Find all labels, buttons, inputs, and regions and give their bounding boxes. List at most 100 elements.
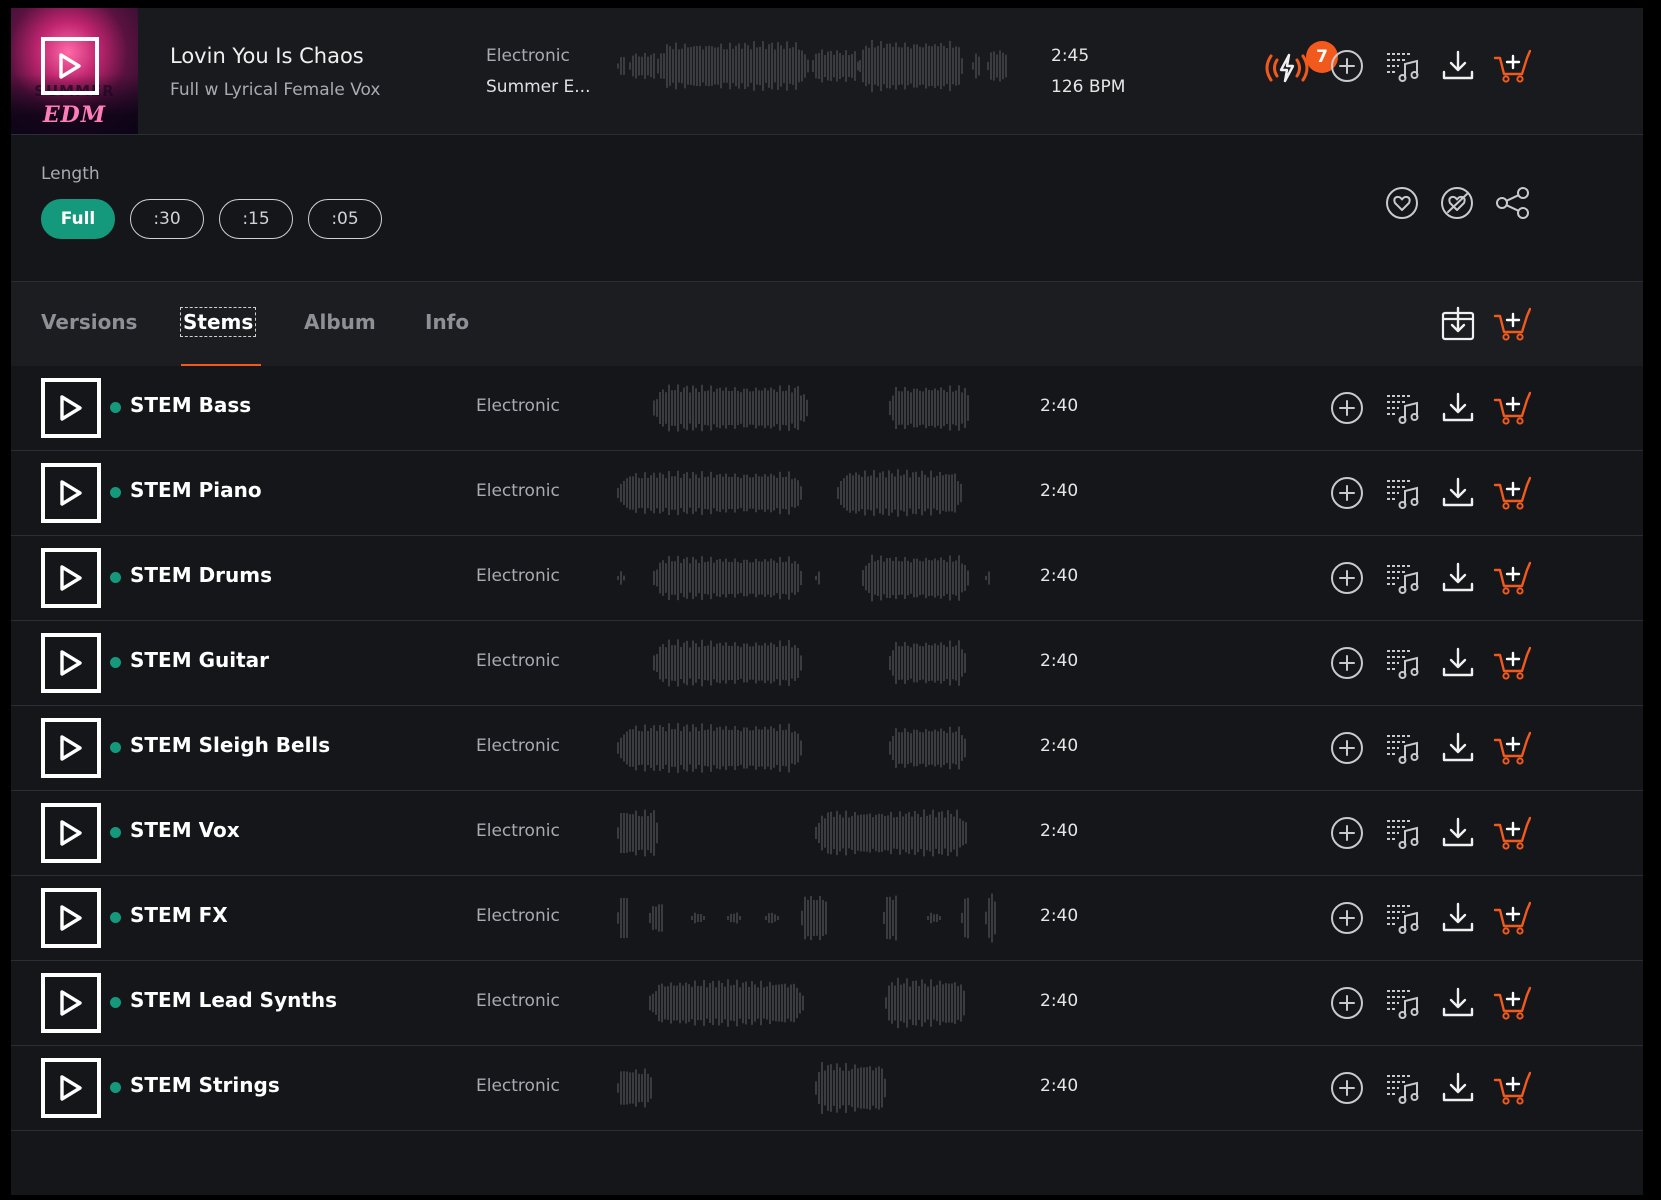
stem-name[interactable]: STEM Vox bbox=[130, 818, 240, 842]
stem-waveform[interactable] bbox=[617, 378, 1017, 438]
plus-circle-icon[interactable] bbox=[1330, 986, 1364, 1020]
playlist-music-icon[interactable] bbox=[1385, 1070, 1421, 1106]
download-icon[interactable] bbox=[1440, 730, 1476, 766]
plus-circle-icon[interactable] bbox=[1330, 901, 1364, 935]
add-to-cart-icon[interactable] bbox=[1493, 815, 1531, 851]
stem-genre[interactable]: Electronic bbox=[476, 821, 560, 841]
stem-row[interactable]: STEM Strings Electronic 2:40 bbox=[11, 1046, 1643, 1131]
add-to-cart-icon[interactable] bbox=[1493, 985, 1531, 1021]
heart-slash-icon[interactable] bbox=[1440, 186, 1474, 220]
stem-waveform[interactable] bbox=[617, 1058, 1017, 1118]
stem-row[interactable]: STEM Sleigh Bells Electronic 2:40 bbox=[11, 706, 1643, 791]
add-to-cart-icon[interactable] bbox=[1493, 1070, 1531, 1106]
playlist-music-icon[interactable] bbox=[1385, 985, 1421, 1021]
stem-waveform[interactable] bbox=[617, 463, 1017, 523]
stem-genre[interactable]: Electronic bbox=[476, 566, 560, 586]
length-option-full[interactable]: Full bbox=[41, 199, 115, 239]
stem-genre[interactable]: Electronic bbox=[476, 991, 560, 1011]
stem-play-button[interactable] bbox=[41, 718, 101, 778]
stem-play-button[interactable] bbox=[41, 378, 101, 438]
stem-genre[interactable]: Electronic bbox=[476, 396, 560, 416]
tab-info[interactable]: Info bbox=[425, 310, 469, 334]
track-header-row[interactable]: SUMMER EDM Lovin You Is Chaos Full w Lyr… bbox=[11, 8, 1643, 135]
playlist-music-icon[interactable] bbox=[1385, 815, 1421, 851]
playlist-music-icon[interactable] bbox=[1385, 390, 1421, 426]
download-icon[interactable] bbox=[1440, 390, 1476, 426]
stem-name[interactable]: STEM Guitar bbox=[130, 648, 269, 672]
stem-row[interactable]: STEM Drums Electronic 2:40 bbox=[11, 536, 1643, 621]
stem-waveform[interactable] bbox=[617, 803, 1017, 863]
plus-circle-icon[interactable] bbox=[1330, 816, 1364, 850]
add-all-to-cart-icon[interactable] bbox=[1493, 306, 1531, 342]
stem-play-button[interactable] bbox=[41, 463, 101, 523]
stem-genre[interactable]: Electronic bbox=[476, 736, 560, 756]
stem-genre[interactable]: Electronic bbox=[476, 906, 560, 926]
stem-play-button[interactable] bbox=[41, 633, 101, 693]
stem-row[interactable]: STEM FX Electronic 2:40 bbox=[11, 876, 1643, 961]
stem-name[interactable]: STEM Piano bbox=[130, 478, 262, 502]
stem-row[interactable]: STEM Lead Synths Electronic 2:40 bbox=[11, 961, 1643, 1046]
add-to-cart-icon[interactable] bbox=[1493, 730, 1531, 766]
playlist-music-icon[interactable] bbox=[1385, 560, 1421, 596]
track-title[interactable]: Lovin You Is Chaos bbox=[170, 44, 364, 68]
tab-album[interactable]: Album bbox=[304, 310, 376, 334]
stem-name[interactable]: STEM Drums bbox=[130, 563, 272, 587]
playlist-music-icon[interactable] bbox=[1385, 900, 1421, 936]
length-option-30[interactable]: :30 bbox=[130, 199, 204, 239]
add-to-cart-icon[interactable] bbox=[1493, 390, 1531, 426]
stem-genre[interactable]: Electronic bbox=[476, 481, 560, 501]
length-option-15[interactable]: :15 bbox=[219, 199, 293, 239]
heart-circle-icon[interactable] bbox=[1385, 186, 1419, 220]
stem-row[interactable]: STEM Bass Electronic 2:40 bbox=[11, 366, 1643, 451]
stem-play-button[interactable] bbox=[41, 548, 101, 608]
plus-circle-icon[interactable] bbox=[1330, 646, 1364, 680]
playlist-music-icon[interactable] bbox=[1385, 730, 1421, 766]
stem-waveform[interactable] bbox=[617, 548, 1017, 608]
download-icon[interactable] bbox=[1440, 560, 1476, 596]
playlist-music-icon[interactable] bbox=[1385, 48, 1421, 84]
stem-play-button[interactable] bbox=[41, 973, 101, 1033]
stem-name[interactable]: STEM Strings bbox=[130, 1073, 280, 1097]
plus-circle-icon[interactable] bbox=[1330, 391, 1364, 425]
stem-name[interactable]: STEM Bass bbox=[130, 393, 251, 417]
stem-row[interactable]: STEM Piano Electronic 2:40 bbox=[11, 451, 1643, 536]
add-to-cart-icon[interactable] bbox=[1493, 560, 1531, 596]
stem-genre[interactable]: Electronic bbox=[476, 651, 560, 671]
tab-stems[interactable]: Stems bbox=[179, 307, 257, 337]
download-box-icon[interactable] bbox=[1440, 306, 1476, 342]
stem-genre[interactable]: Electronic bbox=[476, 1076, 560, 1096]
download-icon[interactable] bbox=[1440, 985, 1476, 1021]
download-icon[interactable] bbox=[1440, 475, 1476, 511]
stem-name[interactable]: STEM Lead Synths bbox=[130, 988, 337, 1012]
add-to-cart-icon[interactable] bbox=[1493, 645, 1531, 681]
stem-name[interactable]: STEM Sleigh Bells bbox=[130, 733, 330, 757]
stem-name[interactable]: STEM FX bbox=[130, 903, 228, 927]
download-icon[interactable] bbox=[1440, 900, 1476, 936]
add-to-cart-icon[interactable] bbox=[1493, 475, 1531, 511]
plus-circle-icon[interactable] bbox=[1330, 561, 1364, 595]
playlist-music-icon[interactable] bbox=[1385, 475, 1421, 511]
stem-play-button[interactable] bbox=[41, 803, 101, 863]
track-album[interactable]: Summer E... bbox=[486, 77, 591, 97]
download-icon[interactable] bbox=[1440, 1070, 1476, 1106]
plus-circle-icon[interactable] bbox=[1330, 49, 1364, 83]
download-icon[interactable] bbox=[1440, 645, 1476, 681]
track-play-button[interactable] bbox=[41, 37, 99, 95]
stem-waveform[interactable] bbox=[617, 888, 1017, 948]
add-to-cart-icon[interactable] bbox=[1493, 900, 1531, 936]
stem-row[interactable]: STEM Vox Electronic 2:40 bbox=[11, 791, 1643, 876]
download-icon[interactable] bbox=[1440, 815, 1476, 851]
track-waveform[interactable] bbox=[617, 36, 1017, 96]
share-icon[interactable] bbox=[1495, 186, 1531, 220]
stem-waveform[interactable] bbox=[617, 633, 1017, 693]
playlist-music-icon[interactable] bbox=[1385, 645, 1421, 681]
tab-versions[interactable]: Versions bbox=[41, 310, 137, 334]
plus-circle-icon[interactable] bbox=[1330, 731, 1364, 765]
stem-waveform[interactable] bbox=[617, 718, 1017, 778]
download-icon[interactable] bbox=[1440, 48, 1476, 84]
track-genre[interactable]: Electronic bbox=[486, 46, 570, 66]
add-to-cart-icon[interactable] bbox=[1493, 48, 1531, 84]
plus-circle-icon[interactable] bbox=[1330, 1071, 1364, 1105]
plus-circle-icon[interactable] bbox=[1330, 476, 1364, 510]
stem-row[interactable]: STEM Guitar Electronic 2:40 bbox=[11, 621, 1643, 706]
